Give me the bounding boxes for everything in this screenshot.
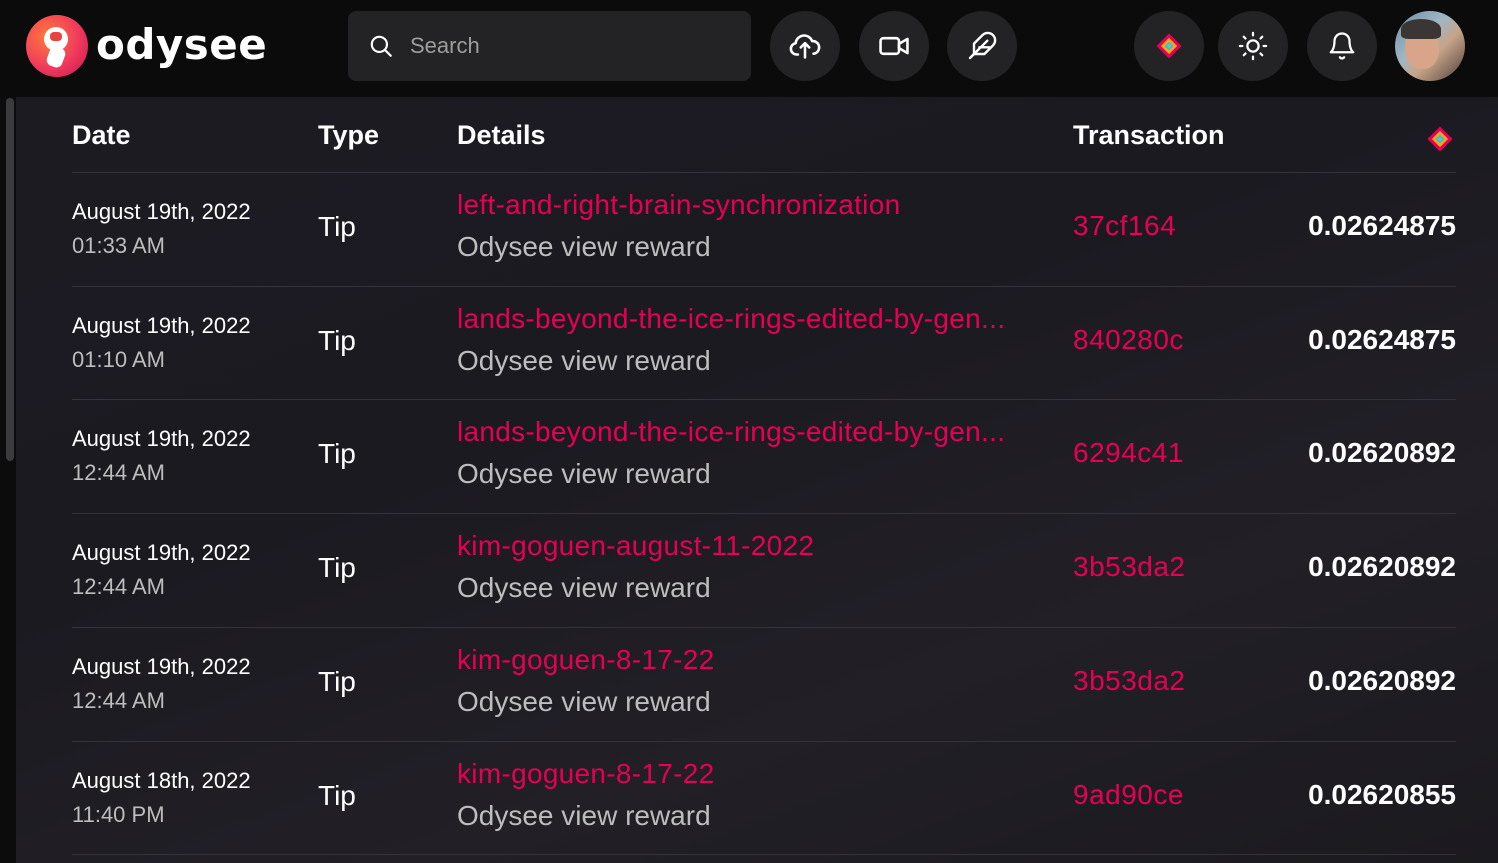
transaction-link[interactable]: 37cf164 (1073, 210, 1176, 242)
table-row: August 19th, 2022 01:33 AM Tip left-and-… (0, 173, 1498, 286)
claim-link[interactable]: lands-beyond-the-ice-rings-edited-by-gen… (457, 303, 1005, 335)
row-time: 01:33 AM (72, 233, 165, 258)
row-amount: 0.02620855 (1308, 779, 1456, 810)
odysee-spaceman-icon (26, 15, 88, 77)
row-date: August 19th, 2022 (72, 654, 251, 679)
row-amount: 0.02624875 (1308, 324, 1456, 355)
logo-text: odysee (96, 19, 268, 69)
upload-button[interactable] (770, 11, 840, 81)
row-date: August 18th, 2022 (72, 768, 251, 793)
row-time: 12:44 AM (72, 688, 165, 713)
claim-link[interactable]: kim-goguen-8-17-22 (457, 644, 715, 676)
user-avatar[interactable] (1395, 11, 1465, 81)
video-camera-icon (879, 36, 909, 56)
transaction-link[interactable]: 6294c41 (1073, 437, 1184, 469)
transaction-link[interactable]: 840280c (1073, 324, 1184, 356)
column-header-amount (1425, 124, 1455, 159)
row-amount: 0.02620892 (1308, 437, 1456, 468)
table-row: August 19th, 2022 12:44 AM Tip kim-gogue… (0, 628, 1498, 741)
column-header-date: Date (72, 120, 131, 150)
table-row: August 19th, 2022 12:44 AM Tip kim-gogue… (0, 514, 1498, 627)
transaction-link[interactable]: 3b53da2 (1073, 665, 1186, 697)
row-type: Tip (318, 211, 356, 242)
row-date: August 19th, 2022 (72, 199, 251, 224)
transaction-link[interactable]: 9ad90ce (1073, 779, 1184, 811)
row-date: August 19th, 2022 (72, 540, 251, 565)
claim-link[interactable]: kim-goguen-8-17-22 (457, 758, 715, 790)
sun-theme-icon (1238, 31, 1268, 61)
column-header-type: Type (318, 120, 380, 150)
row-time: 12:44 AM (72, 574, 165, 599)
row-amount: 0.02624875 (1308, 210, 1456, 241)
notifications-button[interactable] (1307, 11, 1377, 81)
row-amount: 0.02620892 (1308, 551, 1456, 582)
wallet-button[interactable] (1134, 11, 1204, 81)
upload-icon (789, 34, 821, 59)
odysee-logo[interactable]: odysee (26, 15, 267, 77)
row-type: Tip (318, 325, 356, 356)
row-divider (72, 854, 1456, 855)
row-date: August 19th, 2022 (72, 426, 251, 451)
row-description: Odysee view reward (457, 231, 711, 262)
row-amount: 0.02620892 (1308, 665, 1456, 696)
column-header-transaction: Transaction (1073, 120, 1225, 150)
bell-icon (1329, 32, 1355, 60)
table-row: August 19th, 2022 01:10 AM Tip lands-bey… (0, 287, 1498, 400)
claim-link[interactable]: left-and-right-brain-synchronization (457, 189, 900, 221)
row-time: 01:10 AM (72, 347, 165, 372)
claim-link[interactable]: kim-goguen-august-11-2022 (457, 530, 814, 562)
lbc-credits-icon (1427, 126, 1453, 152)
row-description: Odysee view reward (457, 800, 711, 831)
row-time: 12:44 AM (72, 460, 165, 485)
row-type: Tip (318, 780, 356, 811)
create-post-button[interactable] (947, 11, 1017, 81)
row-type: Tip (318, 666, 356, 697)
column-header-details: Details (457, 120, 546, 150)
row-description: Odysee view reward (457, 686, 711, 717)
row-time: 11:40 PM (72, 802, 165, 827)
row-date: August 19th, 2022 (72, 313, 251, 338)
lbc-credits-icon (1156, 33, 1182, 59)
claim-link[interactable]: lands-beyond-the-ice-rings-edited-by-gen… (457, 416, 1005, 448)
search-icon (370, 35, 392, 57)
theme-toggle-button[interactable] (1218, 11, 1288, 81)
row-description: Odysee view reward (457, 345, 711, 376)
row-description: Odysee view reward (457, 458, 711, 489)
row-type: Tip (318, 438, 356, 469)
transaction-link[interactable]: 3b53da2 (1073, 551, 1186, 583)
row-type: Tip (318, 552, 356, 583)
search-bar[interactable] (348, 11, 751, 81)
go-live-button[interactable] (859, 11, 929, 81)
top-header: odysee (0, 0, 1498, 97)
table-row: August 19th, 2022 12:44 AM Tip lands-bey… (0, 400, 1498, 513)
feather-pen-icon (968, 31, 997, 60)
row-description: Odysee view reward (457, 572, 711, 603)
table-row: August 18th, 2022 11:40 PM Tip kim-gogue… (0, 742, 1498, 855)
search-input[interactable] (408, 32, 732, 60)
